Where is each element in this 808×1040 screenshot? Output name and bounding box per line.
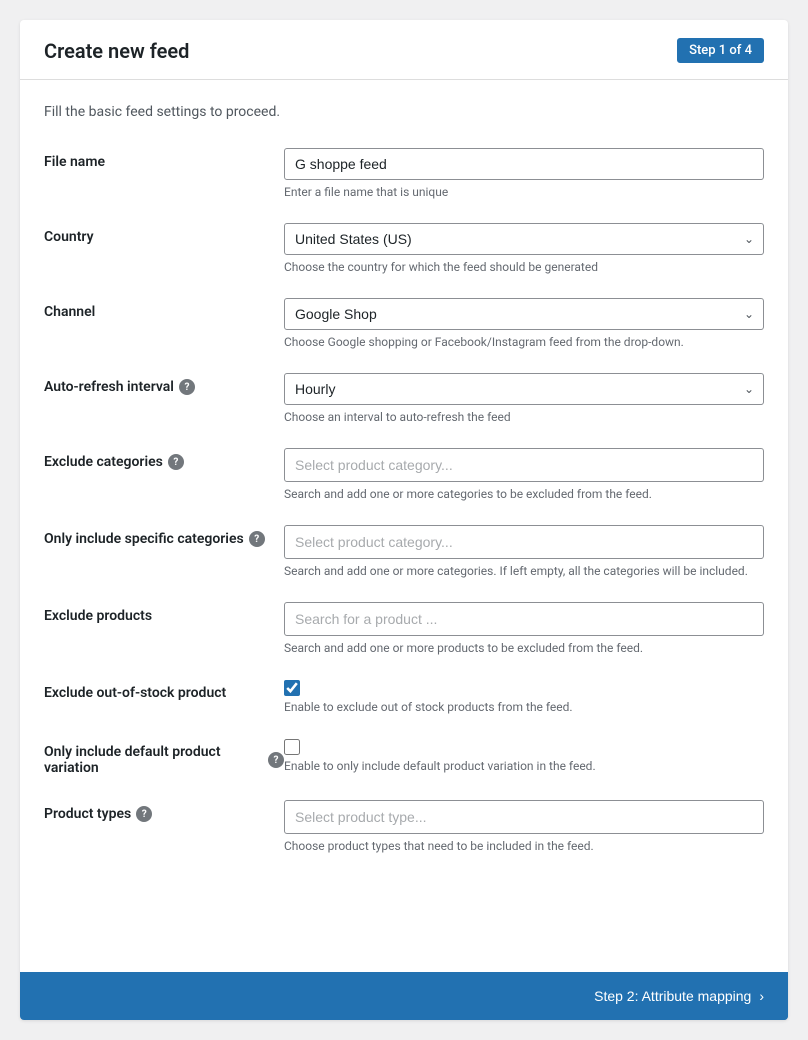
exclude-out-of-stock-hint: Enable to exclude out of stock products …	[284, 700, 764, 714]
exclude-categories-label: Exclude categories ?	[44, 454, 284, 470]
channel-select[interactable]: Google Shop Facebook/Instagram	[284, 298, 764, 330]
exclude-products-label: Exclude products	[44, 608, 284, 624]
form-subtitle: Fill the basic feed settings to proceed.	[44, 104, 764, 120]
create-feed-card: Create new feed Step 1 of 4 Fill the bas…	[20, 20, 788, 1020]
exclude-out-of-stock-row: Exclude out-of-stock product Enable to e…	[44, 679, 764, 714]
auto-refresh-hint: Choose an interval to auto-refresh the f…	[284, 410, 764, 424]
default-product-variation-help-icon[interactable]: ?	[268, 752, 284, 768]
channel-row: Channel Google Shop Facebook/Instagram ⌄…	[44, 298, 764, 349]
card-body: Fill the basic feed settings to proceed.…	[20, 80, 788, 901]
auto-refresh-label: Auto-refresh interval ?	[44, 379, 284, 395]
product-types-label: Product types ?	[44, 806, 284, 822]
include-categories-help-icon[interactable]: ?	[249, 531, 265, 547]
country-hint: Choose the country for which the feed sh…	[284, 260, 764, 274]
exclude-categories-row: Exclude categories ? Search and add one …	[44, 448, 764, 501]
exclude-categories-help-icon[interactable]: ?	[168, 454, 184, 470]
next-step-chevron-icon: ›	[759, 988, 764, 1004]
exclude-categories-hint: Search and add one or more categories to…	[284, 487, 764, 501]
product-types-input[interactable]	[284, 800, 764, 834]
channel-hint: Choose Google shopping or Facebook/Insta…	[284, 335, 764, 349]
page-title: Create new feed	[44, 39, 189, 63]
step-badge: Step 1 of 4	[677, 38, 764, 63]
product-types-row: Product types ? Choose product types tha…	[44, 800, 764, 853]
include-categories-row: Only include specific categories ? Searc…	[44, 525, 764, 578]
file-name-row: File name Enter a file name that is uniq…	[44, 148, 764, 199]
country-row: Country United States (US) United Kingdo…	[44, 223, 764, 274]
include-categories-hint: Search and add one or more categories. I…	[284, 564, 764, 578]
exclude-products-input[interactable]	[284, 602, 764, 636]
auto-refresh-row: Auto-refresh interval ? Hourly Daily Wee…	[44, 373, 764, 424]
next-step-label: Step 2: Attribute mapping	[594, 988, 751, 1004]
exclude-categories-input[interactable]	[284, 448, 764, 482]
country-label: Country	[44, 229, 284, 245]
default-product-variation-label: Only include default product variation ?	[44, 744, 284, 776]
auto-refresh-help-icon[interactable]: ?	[179, 379, 195, 395]
footer-bar: Step 2: Attribute mapping ›	[20, 972, 788, 1020]
exclude-products-hint: Search and add one or more products to b…	[284, 641, 764, 655]
product-types-help-icon[interactable]: ?	[136, 806, 152, 822]
include-categories-input[interactable]	[284, 525, 764, 559]
default-product-variation-hint: Enable to only include default product v…	[284, 759, 764, 773]
channel-label: Channel	[44, 304, 284, 320]
country-select[interactable]: United States (US) United Kingdom (UK) C…	[284, 223, 764, 255]
exclude-out-of-stock-checkbox[interactable]	[284, 680, 300, 696]
next-step-button[interactable]: Step 2: Attribute mapping ›	[570, 972, 788, 1020]
product-types-hint: Choose product types that need to be inc…	[284, 839, 764, 853]
file-name-hint: Enter a file name that is unique	[284, 185, 764, 199]
default-product-variation-checkbox[interactable]	[284, 739, 300, 755]
auto-refresh-select[interactable]: Hourly Daily Weekly	[284, 373, 764, 405]
file-name-input[interactable]	[284, 148, 764, 180]
exclude-products-row: Exclude products Search and add one or m…	[44, 602, 764, 655]
include-categories-label: Only include specific categories ?	[44, 531, 284, 547]
file-name-label: File name	[44, 154, 284, 170]
card-header: Create new feed Step 1 of 4	[20, 20, 788, 80]
default-product-variation-row: Only include default product variation ?…	[44, 738, 764, 776]
exclude-out-of-stock-label: Exclude out-of-stock product	[44, 685, 284, 701]
